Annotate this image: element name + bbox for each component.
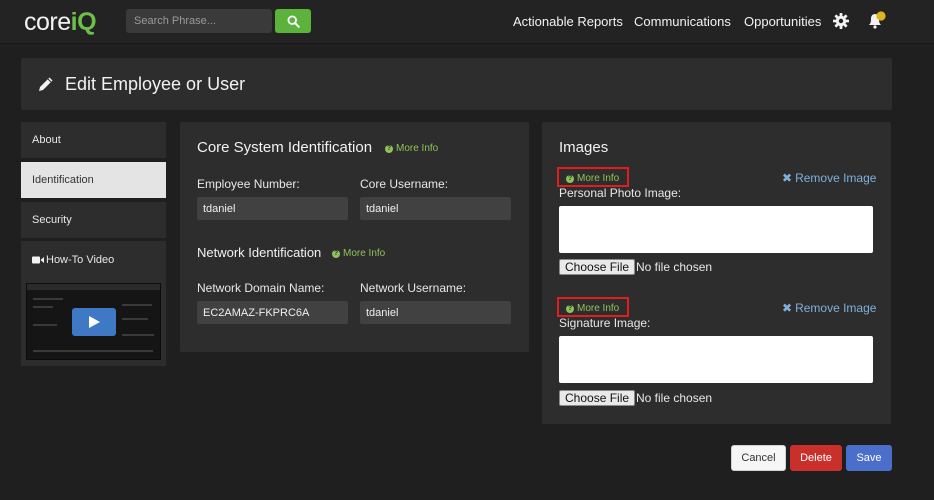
personal-photo-preview xyxy=(559,206,873,253)
core-username-label: Core Username: xyxy=(360,177,449,191)
question-circle-icon: ? xyxy=(332,249,340,258)
employee-number-label: Employee Number: xyxy=(197,177,300,191)
video-camera-icon xyxy=(32,256,44,264)
core-more-info-link[interactable]: ? More Info xyxy=(385,143,438,154)
logo-iq-text: iQ xyxy=(70,8,97,36)
bell-icon[interactable] xyxy=(866,10,888,32)
search-icon xyxy=(286,14,300,28)
signature-preview xyxy=(559,336,873,383)
network-domain-input[interactable] xyxy=(197,301,348,324)
network-domain-label: Network Domain Name: xyxy=(197,281,325,295)
sidebar-item-security[interactable]: Security xyxy=(21,202,166,238)
remove-image-text: Remove Image xyxy=(795,171,877,185)
photo-more-info-link[interactable]: ? More Info xyxy=(566,173,619,184)
images-panel: Images ? More Info ✖ Remove Image Personal… xyxy=(542,122,891,424)
logo-core-text: core xyxy=(24,8,71,36)
page-header: Edit Employee or User xyxy=(21,58,892,110)
sidebar-item-identification[interactable]: Identification xyxy=(21,162,166,198)
network-username-label: Network Username: xyxy=(360,281,467,295)
gear-icon[interactable] xyxy=(832,12,850,30)
remove-photo-image-link[interactable]: ✖ Remove Image xyxy=(782,171,876,185)
remove-signature-image-link[interactable]: ✖ Remove Image xyxy=(782,301,876,315)
sidebar-item-about[interactable]: About xyxy=(21,122,166,158)
network-username-input[interactable] xyxy=(360,301,511,324)
how-to-video-panel: How-To Video xyxy=(21,241,166,366)
identification-panel: Core System Identification ? More Info Em… xyxy=(180,122,529,352)
close-icon: ✖ xyxy=(782,171,793,185)
employee-number-input[interactable] xyxy=(197,197,348,220)
thumbnail-header xyxy=(27,284,160,290)
close-icon: ✖ xyxy=(782,301,793,315)
remove-image-text: Remove Image xyxy=(795,301,877,315)
thumbnail-line xyxy=(33,306,53,308)
thumbnail-line xyxy=(33,324,57,326)
more-info-text: More Info xyxy=(577,303,620,314)
signature-choose-file-button[interactable]: Choose File xyxy=(559,390,636,406)
nav-opportunities[interactable]: Opportunities xyxy=(744,14,821,29)
more-info-text: More Info xyxy=(343,248,386,259)
app-logo[interactable]: coreiQ xyxy=(24,8,97,37)
core-system-heading: Core System Identification xyxy=(197,139,373,156)
page-title: Edit Employee or User xyxy=(65,74,246,94)
photo-no-file-text: No file chosen xyxy=(636,260,713,274)
play-button[interactable] xyxy=(72,308,116,336)
how-to-video-link[interactable]: How-To Video xyxy=(32,254,114,266)
cancel-button[interactable]: Cancel xyxy=(731,445,786,471)
thumbnail-line xyxy=(33,298,63,300)
search-input[interactable] xyxy=(126,9,272,33)
top-navbar: coreiQ Actionable Reports Communications… xyxy=(0,0,934,44)
question-circle-icon: ? xyxy=(566,304,574,313)
more-info-text: More Info xyxy=(577,173,620,184)
signature-more-info-link[interactable]: ? More Info xyxy=(566,303,619,314)
thumbnail-line xyxy=(33,350,153,352)
thumbnail-line xyxy=(122,304,152,306)
nav-actionable-reports[interactable]: Actionable Reports xyxy=(513,14,623,29)
photo-choose-file-button[interactable]: Choose File xyxy=(559,259,636,275)
thumbnail-line xyxy=(122,334,154,336)
network-more-info-link[interactable]: ? More Info xyxy=(332,248,385,259)
thumbnail-line xyxy=(122,318,148,320)
nav-communications[interactable]: Communications xyxy=(634,14,731,29)
question-circle-icon: ? xyxy=(566,174,574,183)
search-button[interactable] xyxy=(275,9,311,33)
network-identification-heading: Network Identification xyxy=(197,245,322,260)
images-heading: Images xyxy=(559,139,609,156)
delete-button[interactable]: Delete xyxy=(790,445,842,471)
signature-no-file-text: No file chosen xyxy=(636,391,713,405)
how-to-video-label: How-To Video xyxy=(46,254,115,266)
play-icon xyxy=(89,316,100,328)
personal-photo-label: Personal Photo Image: xyxy=(559,186,682,200)
core-username-input[interactable] xyxy=(360,197,511,220)
more-info-text: More Info xyxy=(396,143,439,154)
pencil-icon xyxy=(39,77,53,91)
signature-label: Signature Image: xyxy=(559,316,651,330)
save-button[interactable]: Save xyxy=(846,445,892,471)
question-circle-icon: ? xyxy=(385,144,393,153)
video-thumbnail[interactable] xyxy=(26,283,161,360)
